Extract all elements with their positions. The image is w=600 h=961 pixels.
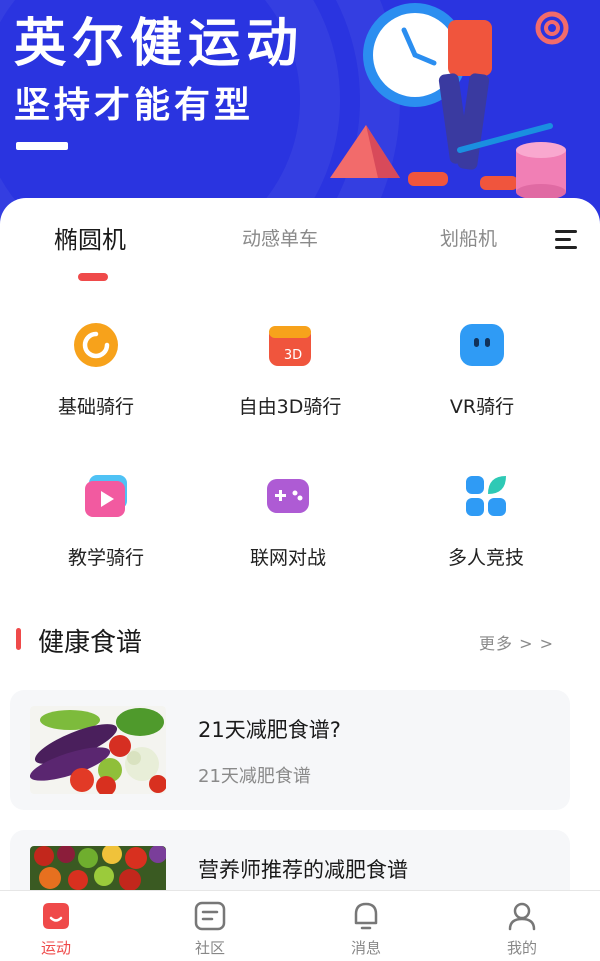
- banner-underline: [16, 142, 68, 150]
- nav-sport[interactable]: 运动: [6, 901, 106, 958]
- bell-icon: [349, 901, 383, 931]
- tab-spin-bike[interactable]: 动感单车: [242, 224, 318, 251]
- mode-basic-ride[interactable]: 基础骑行: [6, 322, 186, 419]
- recipe-thumbnail: [30, 706, 166, 794]
- sport-icon: [39, 901, 73, 931]
- tab-elliptical[interactable]: 椭圆机: [54, 220, 126, 255]
- mode-label: 联网对战: [249, 547, 326, 569]
- svg-text:3D: 3D: [284, 348, 302, 363]
- mode-label: VR骑行: [449, 396, 515, 418]
- mode-tutorial-ride[interactable]: 教学骑行: [16, 473, 196, 570]
- section-title: 健康食谱: [38, 628, 143, 658]
- recipe-subtitle: 21天减肥食谱: [198, 766, 311, 787]
- menu-icon[interactable]: [555, 230, 577, 250]
- mode-online-battle[interactable]: 联网对战: [198, 473, 378, 570]
- profile-icon: [505, 901, 539, 931]
- mode-multiplayer[interactable]: 多人竞技: [396, 473, 576, 570]
- hero-banner[interactable]: 英尔健运动 坚持才能有型: [0, 0, 600, 230]
- mode-label: 教学骑行: [67, 547, 144, 569]
- nav-community[interactable]: 社区: [160, 901, 260, 958]
- mode-free-3d-ride[interactable]: 3D 自由3D骑行: [200, 322, 380, 419]
- ring-icon: [73, 322, 119, 368]
- active-tab-indicator: [78, 273, 108, 281]
- section-marker: [16, 628, 21, 650]
- vr-face-icon: [459, 322, 505, 368]
- gamepad-icon: [265, 473, 311, 519]
- nav-label: 社区: [194, 939, 225, 957]
- banner-subtitle: 坚持才能有型: [14, 85, 255, 126]
- mode-label: 自由3D骑行: [238, 396, 342, 418]
- main-card: 椭圆机 动感单车 划船机 基础骑行 3D 自由3D骑行 VR骑行 教学骑行 联网…: [0, 198, 600, 950]
- grid-leaf-icon: [463, 473, 509, 519]
- recipe-title: 21天减肥食谱?: [198, 718, 341, 742]
- bottom-nav: 运动 社区 消息 我的: [0, 890, 600, 961]
- mode-label: 多人竞技: [447, 547, 524, 569]
- community-icon: [193, 901, 227, 931]
- 3d-box-icon: 3D: [267, 322, 313, 368]
- nav-label: 运动: [40, 939, 71, 957]
- nav-profile[interactable]: 我的: [472, 901, 572, 958]
- recipe-card[interactable]: 21天减肥食谱? 21天减肥食谱: [10, 690, 570, 810]
- mode-vr-ride[interactable]: VR骑行: [392, 322, 572, 419]
- recipe-title: 营养师推荐的减肥食谱: [198, 858, 408, 882]
- tab-rowing-machine[interactable]: 划船机: [440, 224, 497, 251]
- video-play-icon: [83, 473, 129, 519]
- mode-label: 基础骑行: [57, 396, 134, 418]
- banner-title: 英尔健运动: [14, 14, 305, 74]
- equipment-tabs: 椭圆机 动感单车 划船机: [0, 218, 600, 268]
- recipes-section-header: 健康食谱 更多 > >: [0, 618, 600, 658]
- banner-illustration: [330, 3, 569, 200]
- more-link[interactable]: 更多 > >: [479, 630, 554, 654]
- nav-label: 我的: [506, 939, 537, 957]
- nav-label: 消息: [350, 939, 381, 957]
- nav-messages[interactable]: 消息: [316, 901, 416, 958]
